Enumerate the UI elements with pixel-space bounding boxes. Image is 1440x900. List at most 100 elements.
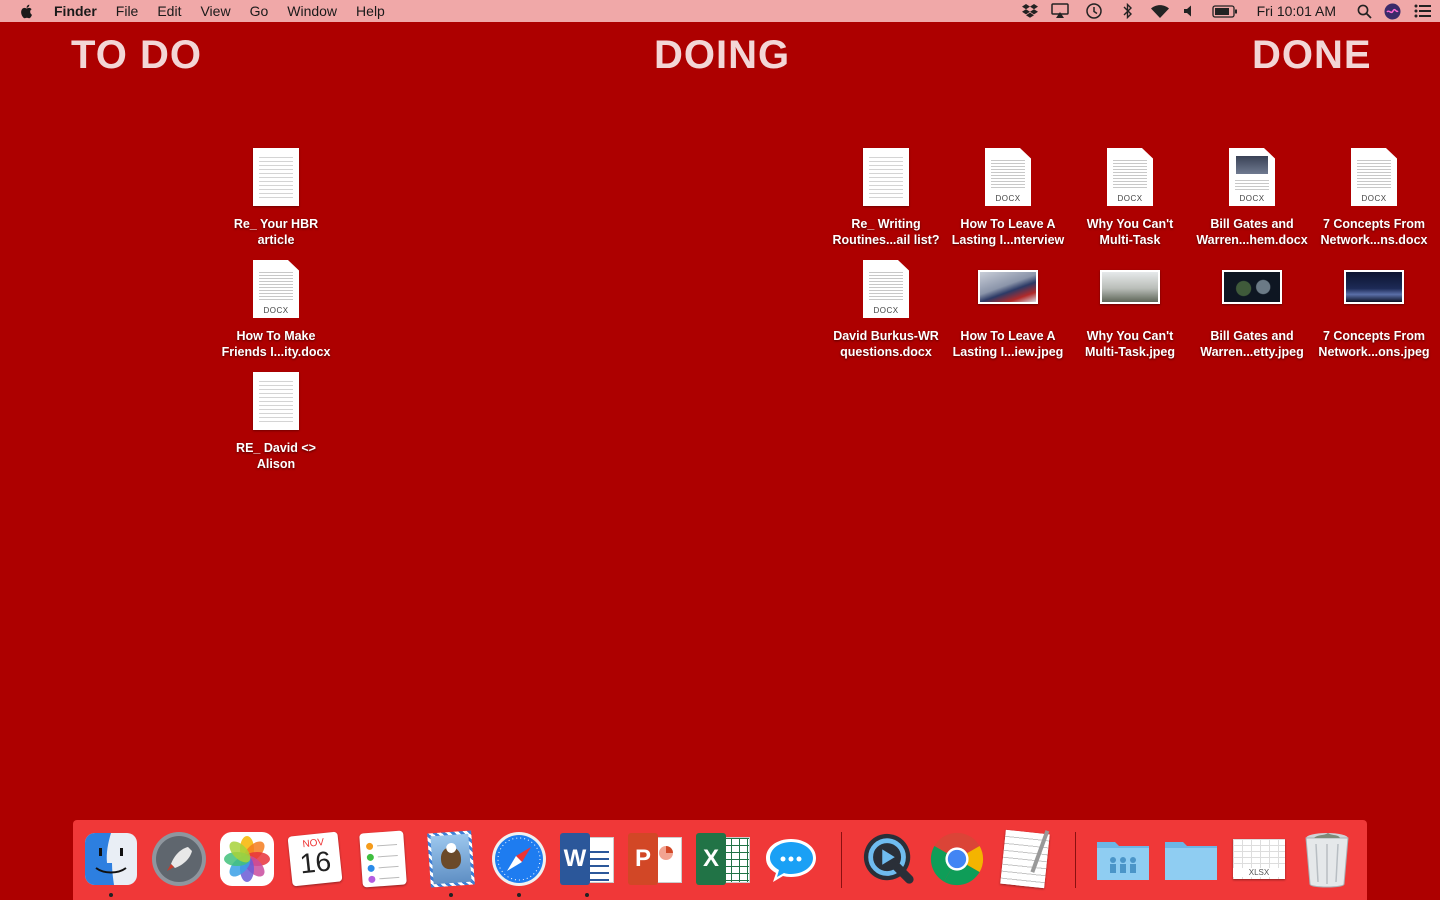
reminders-icon	[359, 830, 407, 888]
file-name-line2: questions.docx	[840, 345, 932, 359]
docx-document-icon: DOCX	[1229, 148, 1275, 206]
file-name-line2: Lasting I...iew.jpeg	[952, 345, 1064, 359]
shared-folder-icon	[1097, 842, 1149, 880]
file-name-line1: David Burkus-WR	[833, 329, 939, 343]
dock-photos[interactable]	[219, 830, 275, 888]
photos-icon	[220, 832, 274, 886]
file-icon-bill-gates-jpeg[interactable]: Bill Gates and Warren...etty.jpeg	[1192, 254, 1312, 360]
wifi-icon[interactable]	[1145, 0, 1175, 22]
file-icon-why-you-cant-multitask-docx[interactable]: DOCX Why You Can't Multi-Task	[1070, 142, 1190, 248]
docx-document-icon: DOCX	[863, 260, 909, 318]
file-name-line2: Lasting I...nterview	[951, 233, 1065, 247]
menu-clock[interactable]: Fri 10:01 AM	[1257, 0, 1336, 22]
file-icon-7-concepts-docx[interactable]: DOCX 7 Concepts From Network...ns.docx	[1314, 142, 1434, 248]
dock-quicktime[interactable]	[861, 830, 917, 888]
dock-reminders[interactable]	[355, 830, 411, 888]
airplay-icon[interactable]	[1043, 0, 1077, 22]
file-name-line1: Re_ Writing	[851, 217, 921, 231]
file-name-line2: Multi-Task	[1099, 233, 1161, 247]
menu-window[interactable]: Window	[287, 0, 337, 22]
file-name-line2: Warren...hem.docx	[1196, 233, 1308, 247]
file-icon-how-to-leave-docx[interactable]: DOCX How To Leave A Lasting I...nterview	[948, 142, 1068, 248]
folder-icon	[1165, 842, 1217, 880]
dock-mail[interactable]	[423, 830, 479, 897]
calendar-icon: NOV 16	[287, 831, 343, 887]
file-name-line1: Re_ Your HBR	[233, 217, 319, 231]
app-menu-finder[interactable]: Finder	[54, 0, 97, 22]
spreadsheet-file-icon: XLSX	[1233, 839, 1285, 879]
file-name-line2: Multi-Task.jpeg	[1084, 345, 1176, 359]
file-name-line1: 7 Concepts From	[1322, 329, 1426, 343]
email-document-icon	[253, 148, 299, 206]
email-document-icon	[253, 372, 299, 430]
dock-shared-folder[interactable]	[1095, 830, 1151, 888]
menu-go[interactable]: Go	[250, 0, 269, 22]
file-icon-re-david-alison[interactable]: RE_ David <> Alison	[216, 366, 336, 472]
email-document-icon	[863, 148, 909, 206]
dock-messages[interactable]	[763, 830, 819, 888]
file-name-line1: Why You Can't	[1086, 217, 1174, 231]
file-icon-why-you-cant-multitask-jpeg[interactable]: Why You Can't Multi-Task.jpeg	[1070, 254, 1190, 360]
dock-powerpoint[interactable]: P	[627, 830, 683, 888]
file-icon-how-to-leave-jpeg[interactable]: How To Leave A Lasting I...iew.jpeg	[948, 254, 1068, 360]
dock-finder[interactable]	[83, 830, 139, 897]
calendar-day: 16	[298, 845, 333, 880]
dock-trash[interactable]	[1299, 830, 1355, 888]
file-icon-david-burkus-wr[interactable]: DOCX David Burkus-WR questions.docx	[826, 254, 946, 360]
menu-bar: Finder File Edit View Go Window Help Fri…	[0, 0, 1440, 22]
file-name-line1: How To Leave A	[960, 217, 1056, 231]
file-icon-how-to-make-friends[interactable]: DOCX How To Make Friends I...ity.docx	[216, 254, 336, 360]
dock-xlsx-file[interactable]: XLSX	[1231, 830, 1287, 888]
menu-file[interactable]: File	[116, 0, 139, 22]
dock-launchpad[interactable]	[151, 830, 207, 888]
file-icon-re-your-hbr-article[interactable]: Re_ Your HBR article	[216, 142, 336, 248]
quicktime-icon	[863, 833, 914, 884]
file-name-line1: Why You Can't	[1086, 329, 1174, 343]
file-icon-bill-gates-docx[interactable]: DOCX Bill Gates and Warren...hem.docx	[1192, 142, 1312, 248]
bluetooth-icon[interactable]	[1111, 0, 1145, 22]
battery-icon[interactable]	[1205, 0, 1245, 22]
file-name-line1: How To Leave A	[960, 329, 1056, 343]
finder-icon	[85, 833, 137, 885]
file-name-line2: Network...ons.jpeg	[1318, 345, 1430, 359]
image-thumbnail-icon	[1344, 270, 1404, 304]
dropbox-icon[interactable]	[1017, 0, 1043, 22]
running-indicator	[449, 893, 453, 897]
file-name-line1: 7 Concepts From	[1322, 217, 1426, 231]
excel-icon: X	[696, 833, 750, 885]
dock-textedit[interactable]	[997, 829, 1053, 889]
file-name-line2: Routines...ail list?	[832, 233, 940, 247]
dock-excel[interactable]: X	[695, 830, 751, 888]
dock-calendar[interactable]: NOV 16	[287, 830, 343, 888]
file-name-line1: Bill Gates and	[1210, 217, 1294, 231]
dock-chrome[interactable]	[929, 830, 985, 888]
file-icon-7-concepts-jpeg[interactable]: 7 Concepts From Network...ons.jpeg	[1314, 254, 1434, 360]
docx-document-icon: DOCX	[985, 148, 1031, 206]
image-thumbnail-icon	[978, 270, 1038, 304]
dock-separator	[841, 832, 842, 888]
dock-folder[interactable]	[1163, 830, 1219, 888]
heading-doing: DOING	[654, 33, 791, 77]
menu-help[interactable]: Help	[356, 0, 385, 22]
apple-menu-icon[interactable]	[19, 3, 35, 19]
dock-safari[interactable]	[491, 830, 547, 897]
file-name-line1: How To Make	[236, 329, 316, 343]
running-indicator	[517, 893, 521, 897]
chrome-icon	[930, 832, 984, 886]
file-name-line1: Bill Gates and	[1210, 329, 1294, 343]
notification-center-icon[interactable]	[1406, 0, 1440, 22]
menu-view[interactable]: View	[200, 0, 230, 22]
file-name-line2: Warren...etty.jpeg	[1200, 345, 1304, 359]
safari-compass-icon	[492, 832, 546, 886]
time-machine-icon[interactable]	[1077, 0, 1111, 22]
file-name-line2: Friends I...ity.docx	[221, 345, 331, 359]
file-icon-re-writing-routines[interactable]: Re_ Writing Routines...ail list?	[826, 142, 946, 248]
dock-word[interactable]: W	[559, 830, 615, 897]
powerpoint-icon: P	[628, 833, 682, 885]
docx-document-icon: DOCX	[1351, 148, 1397, 206]
siri-icon[interactable]	[1378, 0, 1406, 22]
spotlight-search-icon[interactable]	[1350, 0, 1378, 22]
running-indicator	[109, 893, 113, 897]
volume-icon[interactable]	[1175, 0, 1205, 22]
menu-edit[interactable]: Edit	[157, 0, 181, 22]
